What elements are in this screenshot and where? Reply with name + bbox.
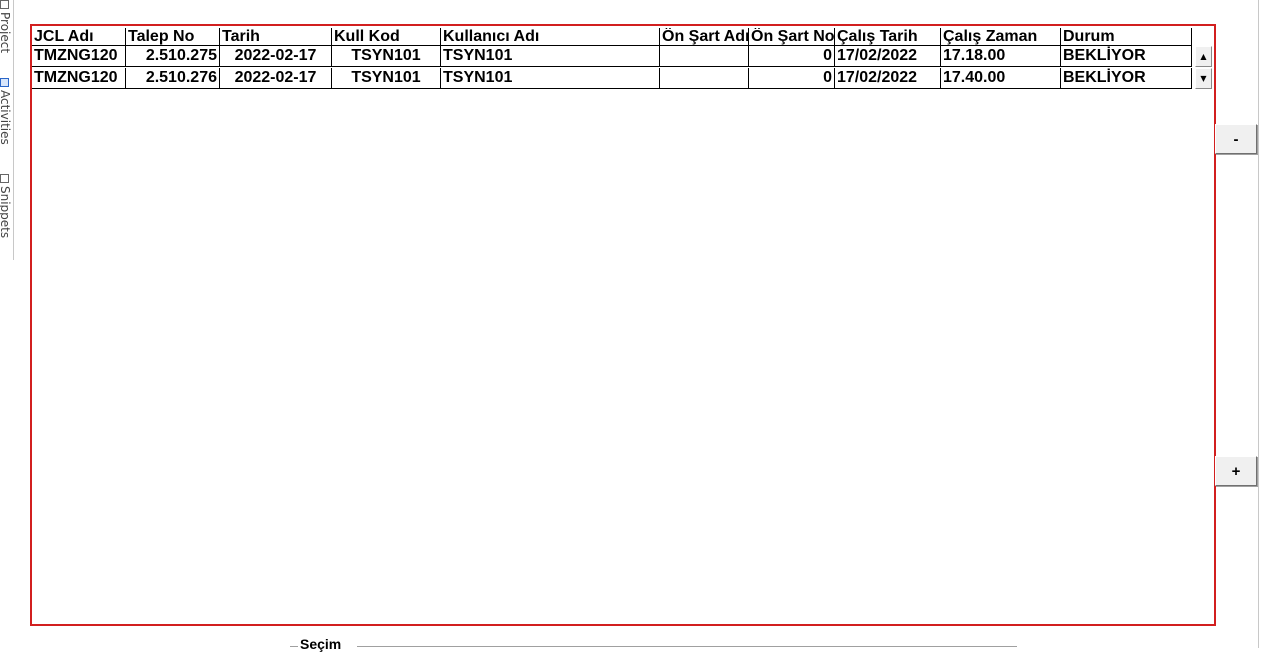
cell-status[interactable]: BEKLİYOR <box>1061 46 1192 67</box>
cell-request-no[interactable]: 2.510.275 <box>126 46 220 67</box>
cell-precondition-no[interactable]: 0 <box>749 68 835 89</box>
side-tab-label: Snippets <box>0 186 12 239</box>
cell-status[interactable]: BEKLİYOR <box>1061 68 1192 89</box>
scroll-up-button[interactable]: ▲ <box>1195 46 1212 67</box>
column-header[interactable]: Çalış Zaman <box>941 28 1061 46</box>
window-edge <box>1258 0 1259 648</box>
column-header[interactable]: Kull Kod <box>332 28 441 46</box>
grid-vertical-scrollbar[interactable]: ▲ ▼ <box>1195 46 1212 90</box>
cell-precondition-name[interactable] <box>660 68 749 89</box>
cell-jcl-name[interactable]: TMZNG120 <box>32 68 126 89</box>
groupbox-border <box>290 646 298 647</box>
column-header[interactable]: Ön Şart No <box>749 28 835 46</box>
caret-down-icon: ▼ <box>1200 74 1207 83</box>
side-tool-strip: Project Activities Snippets <box>0 0 14 260</box>
cell-precondition-no[interactable]: 0 <box>749 46 835 67</box>
job-grid[interactable]: JCL Adı Talep No Tarih Kull Kod Kullanıc… <box>30 24 1216 626</box>
cell-run-time[interactable]: 17.40.00 <box>941 68 1061 89</box>
column-header[interactable]: Durum <box>1061 28 1192 46</box>
caret-up-icon: ▲ <box>1200 52 1207 61</box>
project-icon <box>0 0 10 9</box>
side-tab-activities[interactable]: Activities <box>0 78 12 145</box>
column-header[interactable]: Çalış Tarih <box>835 28 941 46</box>
remove-button[interactable]: - <box>1215 124 1257 154</box>
table-row[interactable]: TMZNG120 2.510.275 2022-02-17 TSYN101 TS… <box>32 46 1192 67</box>
selection-groupbox-label: Seçim <box>300 636 342 652</box>
activities-icon <box>0 78 10 87</box>
cell-date[interactable]: 2022-02-17 <box>220 68 332 89</box>
snippets-icon <box>0 174 10 183</box>
cell-date[interactable]: 2022-02-17 <box>220 46 332 67</box>
scroll-down-button[interactable]: ▼ <box>1195 68 1212 89</box>
side-tab-snippets[interactable]: Snippets <box>0 174 12 238</box>
add-button[interactable]: + <box>1215 456 1257 486</box>
cell-run-date[interactable]: 17/02/2022 <box>835 46 941 67</box>
cell-request-no[interactable]: 2.510.276 <box>126 68 220 89</box>
cell-precondition-name[interactable] <box>660 46 749 67</box>
column-header[interactable]: Talep No <box>126 28 220 46</box>
side-tab-label: Project <box>0 12 12 54</box>
cell-jcl-name[interactable]: TMZNG120 <box>32 46 126 67</box>
groupbox-border <box>357 646 1017 647</box>
cell-user-name[interactable]: TSYN101 <box>441 46 660 67</box>
table-row[interactable]: TMZNG120 2.510.276 2022-02-17 TSYN101 TS… <box>32 68 1192 89</box>
column-header[interactable]: JCL Adı <box>32 28 126 46</box>
cell-run-time[interactable]: 17.18.00 <box>941 46 1061 67</box>
grid-header-row: JCL Adı Talep No Tarih Kull Kod Kullanıc… <box>32 28 1192 46</box>
side-tab-label: Activities <box>0 90 12 145</box>
cell-user-code[interactable]: TSYN101 <box>332 68 441 89</box>
column-header[interactable]: Ön Şart Adı <box>660 28 749 46</box>
cell-user-code[interactable]: TSYN101 <box>332 46 441 67</box>
cell-user-name[interactable]: TSYN101 <box>441 68 660 89</box>
column-header[interactable]: Tarih <box>220 28 332 46</box>
side-tab-project[interactable]: Project <box>0 0 12 53</box>
cell-run-date[interactable]: 17/02/2022 <box>835 68 941 89</box>
column-header[interactable]: Kullanıcı Adı <box>441 28 660 46</box>
